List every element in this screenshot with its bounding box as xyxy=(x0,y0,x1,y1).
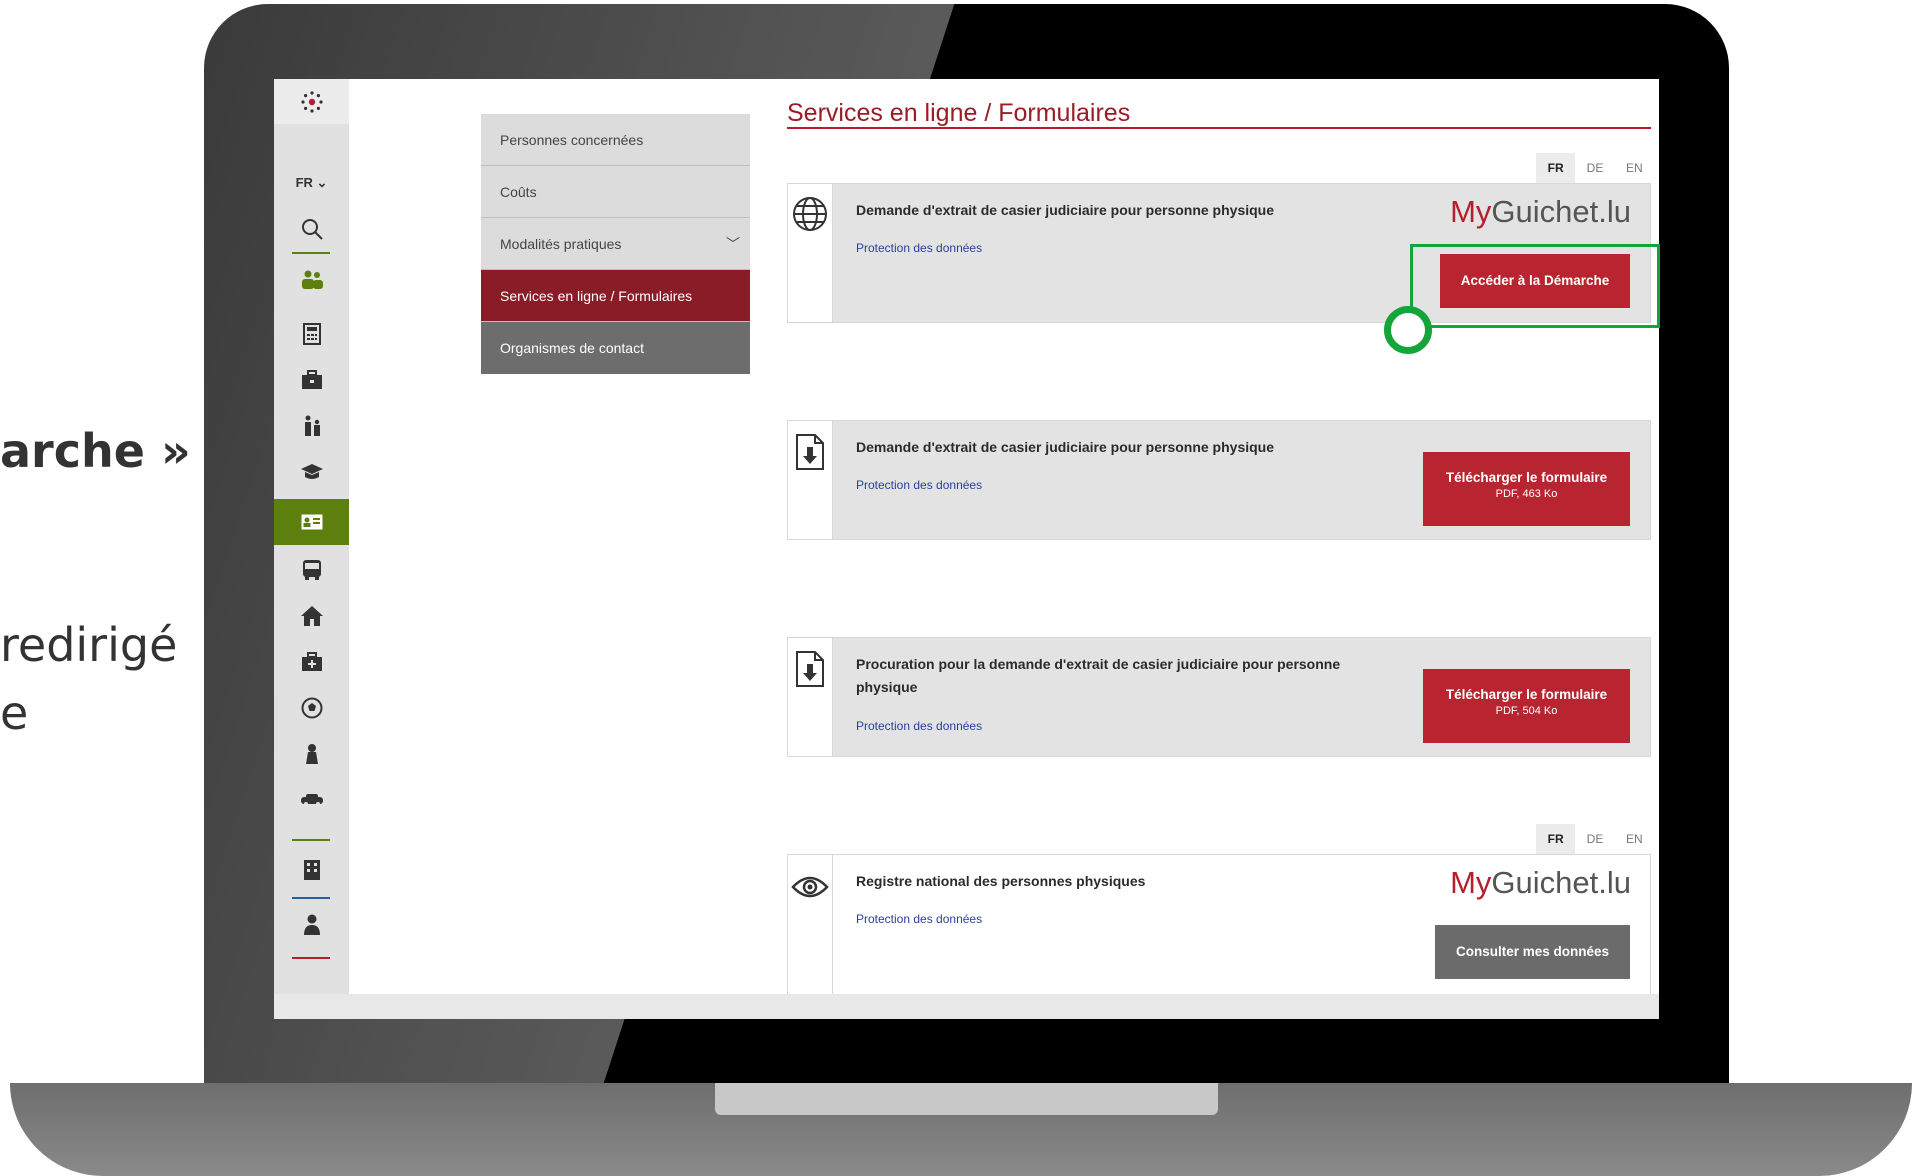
lang-tab-de[interactable]: DE xyxy=(1575,153,1614,183)
file-info: PDF, 463 Ko xyxy=(1495,488,1558,500)
brand-suffix: Guichet.lu xyxy=(1491,194,1631,229)
instruction-text-2: redirigé xyxy=(0,618,178,672)
consulter-donnees-button[interactable]: Consulter mes données xyxy=(1435,925,1630,979)
brand-prefix: My xyxy=(1450,194,1492,229)
language-tabs: FR DE EN xyxy=(1536,824,1654,854)
telecharger-formulaire-button[interactable]: Télécharger le formulaire PDF, 463 Ko xyxy=(1423,452,1630,526)
myguichet-logo: MyGuichet.lu xyxy=(1450,865,1631,901)
soccer-ball-icon[interactable] xyxy=(274,688,349,728)
card-icon-column xyxy=(788,855,833,998)
page-title: Services en ligne / Formulaires xyxy=(787,99,1131,127)
card-title: Demande d'extrait de casier judiciaire p… xyxy=(856,202,1275,218)
brand-suffix: Guichet.lu xyxy=(1491,865,1631,900)
instruction-text-3: e xyxy=(0,686,29,740)
laptop-screen: FR ⌄ Personnes concernées Coûts Modalité… xyxy=(274,79,1659,1019)
search-icon[interactable] xyxy=(274,209,349,249)
rail-divider xyxy=(292,897,330,899)
instruction-text-1: arche » xyxy=(0,424,191,478)
person-icon[interactable] xyxy=(274,905,349,945)
rail-divider xyxy=(292,252,330,254)
subnav-item-label: Personnes concernées xyxy=(500,132,644,148)
card-title: Demande d'extrait de casier judiciaire p… xyxy=(856,439,1275,455)
button-label: Télécharger le formulaire xyxy=(1445,687,1608,702)
house-icon[interactable] xyxy=(274,596,349,636)
eye-icon xyxy=(791,876,829,898)
subnav-item-personnes[interactable]: Personnes concernées xyxy=(481,114,750,166)
culture-icon[interactable] xyxy=(274,734,349,774)
download-icon xyxy=(796,434,824,470)
highlight-marker xyxy=(1384,306,1432,354)
language-label: FR xyxy=(295,175,313,190)
file-info: PDF, 504 Ko xyxy=(1495,705,1558,717)
service-card: Registre national des personnes physique… xyxy=(787,854,1651,999)
chevron-down-icon: ﹀ xyxy=(726,236,740,252)
card-title: Procuration pour la demande d'extrait de… xyxy=(856,656,1341,695)
subnav-item-label: Modalités pratiques xyxy=(500,236,622,252)
calculator-icon[interactable] xyxy=(274,314,349,354)
lang-tab-en[interactable]: EN xyxy=(1615,824,1654,854)
card-title: Registre national des personnes physique… xyxy=(856,873,1146,889)
vehicle-icon[interactable] xyxy=(274,780,349,820)
telecharger-formulaire-button[interactable]: Télécharger le formulaire PDF, 504 Ko xyxy=(1423,669,1630,743)
data-protection-link[interactable]: Protection des données xyxy=(856,241,982,255)
logo-icon[interactable] xyxy=(274,79,349,124)
family-icon[interactable] xyxy=(274,406,349,446)
highlight-frame xyxy=(1410,244,1660,328)
lang-tab-en[interactable]: EN xyxy=(1615,153,1654,183)
lang-tab-de[interactable]: DE xyxy=(1575,824,1614,854)
rail-divider xyxy=(292,957,330,959)
people-icon[interactable] xyxy=(274,260,349,300)
lang-tab-fr[interactable]: FR xyxy=(1536,153,1576,183)
brand-prefix: My xyxy=(1450,865,1492,900)
icon-rail: FR ⌄ xyxy=(274,79,349,994)
chevron-down-icon: ⌄ xyxy=(316,175,328,190)
screen-bottom-bar xyxy=(274,994,1659,1019)
service-card: Procuration pour la demande d'extrait de… xyxy=(787,637,1651,757)
laptop-notch xyxy=(715,1083,1218,1115)
subnav-item-services[interactable]: Services en ligne / Formulaires xyxy=(481,270,750,322)
card-icon-column xyxy=(788,184,833,322)
card-icon-column xyxy=(788,638,833,756)
button-label: Télécharger le formulaire xyxy=(1445,470,1608,485)
subnav-item-label: Organismes de contact xyxy=(500,340,644,356)
service-card: Demande d'extrait de casier judiciaire p… xyxy=(787,420,1651,540)
id-card-icon[interactable] xyxy=(274,502,349,542)
subnav-menu: Personnes concernées Coûts Modalités pra… xyxy=(481,114,750,374)
building-icon[interactable] xyxy=(274,850,349,890)
subnav-item-label: Coûts xyxy=(500,184,537,200)
download-icon xyxy=(796,651,824,687)
language-tabs: FR DE EN xyxy=(1536,153,1654,183)
title-divider xyxy=(787,127,1651,129)
graduation-cap-icon[interactable] xyxy=(274,452,349,492)
data-protection-link[interactable]: Protection des données xyxy=(856,719,982,733)
myguichet-logo: MyGuichet.lu xyxy=(1450,194,1631,230)
briefcase-icon[interactable] xyxy=(274,360,349,400)
subnav-item-label: Services en ligne / Formulaires xyxy=(500,288,693,304)
lang-tab-fr[interactable]: FR xyxy=(1536,824,1576,854)
subnav-item-couts[interactable]: Coûts xyxy=(481,166,750,218)
subnav-item-organismes[interactable]: Organismes de contact xyxy=(481,322,750,374)
globe-icon xyxy=(793,197,827,231)
data-protection-link[interactable]: Protection des données xyxy=(856,912,982,926)
bus-icon[interactable] xyxy=(274,550,349,590)
data-protection-link[interactable]: Protection des données xyxy=(856,478,982,492)
first-aid-icon[interactable] xyxy=(274,642,349,682)
card-icon-column xyxy=(788,421,833,539)
language-selector[interactable]: FR ⌄ xyxy=(274,175,349,191)
subnav-item-modalites[interactable]: Modalités pratiques ﹀ xyxy=(481,218,750,270)
rail-divider xyxy=(292,839,330,841)
